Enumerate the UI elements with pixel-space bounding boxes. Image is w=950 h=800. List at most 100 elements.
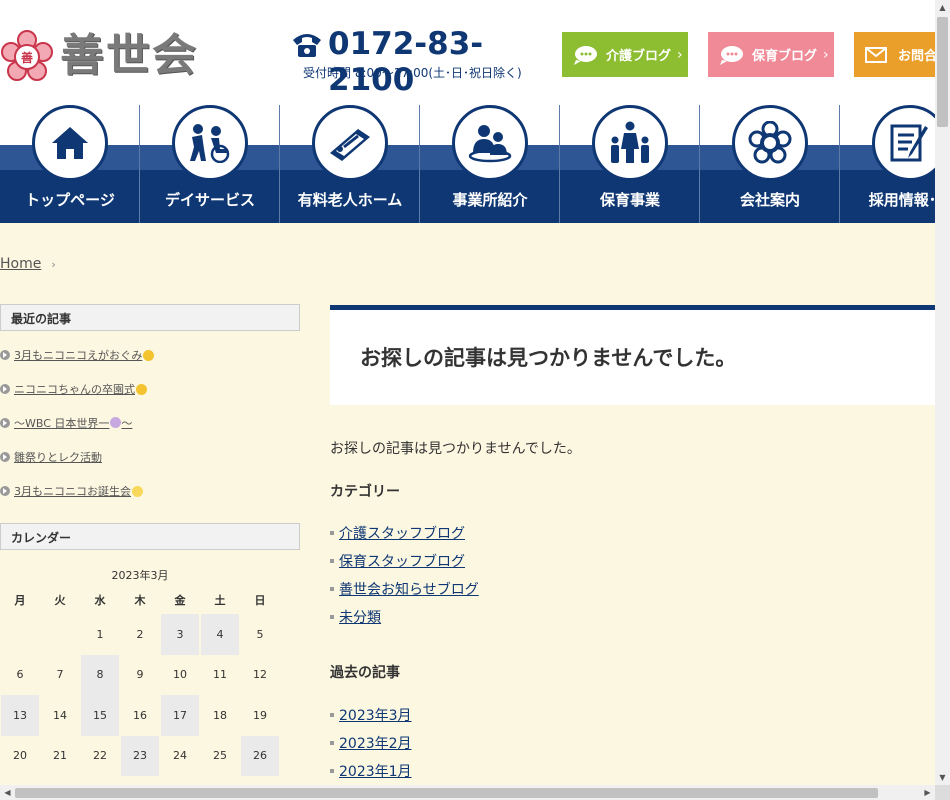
page-title-box: お探しの記事は見つかりませんでした。 <box>330 305 935 405</box>
recent-post-text: 〜WBC 日本世界一 <box>14 417 110 430</box>
calendar-day: 6 <box>16 668 24 682</box>
archive-link[interactable]: 2023年1月 <box>339 761 412 781</box>
horizontal-scrollbar[interactable]: ◀ ▶ <box>0 785 935 800</box>
arrow-bullet-icon <box>0 452 10 462</box>
nav-label: 会社案内 <box>739 191 800 209</box>
breadcrumb: Home › <box>0 256 56 272</box>
phone-icon <box>293 34 321 57</box>
nav-circle <box>592 105 668 181</box>
recent-post-link[interactable]: 〜WBC 日本世界一〜 <box>14 415 132 431</box>
document-pen-icon <box>890 124 928 162</box>
calendar-empty-cell <box>1 614 39 655</box>
list-item: 〜WBC 日本世界一〜 <box>0 406 300 440</box>
calendar-day[interactable]: 15 <box>81 695 119 736</box>
bullet-icon <box>330 769 334 773</box>
nav-item-company[interactable]: 会社案内 <box>700 105 840 223</box>
calendar-weekday: 水 <box>94 594 106 607</box>
scrollbar-thumb[interactable] <box>15 788 878 798</box>
calendar-day: 21 <box>53 749 67 763</box>
calendar-day[interactable]: 8 <box>81 654 119 695</box>
recent-posts-title: 最近の記事 <box>0 304 300 331</box>
nav-circle <box>452 105 528 181</box>
phone-number[interactable]: 0172-83-2100 <box>328 26 545 98</box>
nav-circle <box>732 105 808 181</box>
calendar-day: 12 <box>253 668 267 682</box>
calendar-day[interactable]: 4 <box>201 614 239 655</box>
smile-emoji-icon <box>136 383 147 395</box>
list-item: 2023年2月 <box>330 729 412 757</box>
category-link[interactable]: 保育スタッフブログ <box>339 551 465 571</box>
calendar-weekday: 土 <box>214 594 226 607</box>
logo-text: 善世会 <box>60 30 198 81</box>
calendar-weekday: 日 <box>254 594 266 607</box>
kaigo-blog-label: 介護ブログ <box>606 49 672 64</box>
emblem-icon <box>748 121 792 164</box>
nav-item-offices[interactable]: 事業所紹介 <box>420 105 560 223</box>
scroll-down-arrow-icon[interactable]: ▼ <box>935 770 950 785</box>
nav-label: トップページ <box>25 191 115 209</box>
nav-item-dayservice[interactable]: デイサービス <box>140 105 280 223</box>
scroll-right-arrow-icon[interactable]: ▶ <box>920 785 935 800</box>
speech-bubble-icon <box>720 45 743 65</box>
vertical-scrollbar[interactable]: ▲ ▼ <box>935 0 950 785</box>
chevron-right-icon: › <box>677 46 683 63</box>
arrow-bullet-icon <box>0 350 10 360</box>
nav-circle <box>172 105 248 181</box>
nav-item-top[interactable]: トップページ <box>0 105 140 223</box>
calendar-day[interactable]: 26 <box>241 735 279 776</box>
site-header: 善 善世会 0172-83-2100 受付時間 8:00〜17:00(土･日･祝… <box>0 0 935 105</box>
archive-link[interactable]: 2023年3月 <box>339 705 412 725</box>
calendar-day: 9 <box>136 668 144 682</box>
archive-link[interactable]: 2023年2月 <box>339 733 412 753</box>
calendar-day[interactable]: 17 <box>161 695 199 736</box>
nav-item-nursing-home[interactable]: 有料老人ホーム <box>280 105 420 223</box>
nav-label: 事業所紹介 <box>452 191 528 209</box>
category-link[interactable]: 介護スタッフブログ <box>339 523 465 543</box>
category-link[interactable]: 善世会お知らせブログ <box>339 579 479 599</box>
list-item: 3月もニコニコお誕生会 <box>0 474 300 508</box>
recent-post-link[interactable]: 3月もニコニコえがおぐみ <box>14 347 142 363</box>
contact-button[interactable]: お問合せ <box>854 32 935 77</box>
nav-item-recruit[interactable]: 採用情報･求 <box>840 105 935 223</box>
global-nav: トップページ デイサービス 有料老人ホーム 事業所紹介 保育事業 会社案内 採用… <box>0 105 935 223</box>
list-item: ニコニコちゃんの卒園式 <box>0 372 300 406</box>
clap-emoji-icon <box>132 485 143 497</box>
recent-post-link[interactable]: ニコニコちゃんの卒園式 <box>14 381 135 397</box>
list-item: 雛祭りとレク活動 <box>0 440 300 474</box>
arrow-bullet-icon <box>0 384 10 394</box>
hoiku-blog-label: 保育ブログ <box>752 49 818 64</box>
scrollbar-thumb[interactable] <box>937 17 948 127</box>
nav-item-childcare[interactable]: 保育事業 <box>560 105 700 223</box>
list-item: 2023年1月 <box>330 757 412 785</box>
arrow-bullet-icon <box>0 418 10 428</box>
hoiku-blog-button[interactable]: 保育ブログ › <box>708 32 834 77</box>
content-area: Home › 最近の記事 3月もニコニコえがおぐみ ニコニコちゃんの卒園式 〜WB… <box>0 223 935 785</box>
scroll-left-arrow-icon[interactable]: ◀ <box>0 785 15 800</box>
sparkle-emoji-icon <box>110 417 122 428</box>
calendar-day: 7 <box>56 668 64 682</box>
recent-post-link[interactable]: 3月もニコニコお誕生会 <box>14 483 131 499</box>
calendar-empty-cell <box>41 614 79 655</box>
calendar-weekday: 木 <box>134 594 146 607</box>
phone-block: 0172-83-2100 受付時間 8:00〜17:00(土･日･祝日除く) <box>290 26 545 98</box>
calendar-day: 14 <box>53 708 67 722</box>
calendar-weekday: 火 <box>54 594 66 607</box>
caregiver-wheelchair-icon <box>190 124 230 163</box>
calendar-day[interactable]: 13 <box>1 695 39 736</box>
calendar-day: 25 <box>213 749 227 763</box>
not-found-message: お探しの記事は見つかりませんでした。 <box>330 441 581 457</box>
breadcrumb-home-link[interactable]: Home <box>0 256 41 272</box>
site-logo[interactable]: 善 善世会 <box>0 28 215 84</box>
scroll-up-arrow-icon[interactable]: ▲ <box>935 0 950 15</box>
category-link[interactable]: 未分類 <box>339 607 381 627</box>
calendar-day: 10 <box>173 668 187 682</box>
recent-post-link[interactable]: 雛祭りとレク活動 <box>14 449 102 465</box>
home-icon <box>52 127 88 159</box>
calendar-day[interactable]: 23 <box>121 735 159 776</box>
calendar-day[interactable]: 3 <box>161 614 199 655</box>
kaigo-blog-button[interactable]: 介護ブログ › <box>562 32 688 77</box>
bullet-icon <box>330 559 334 563</box>
list-item: 3月もニコニコえがおぐみ <box>0 338 300 372</box>
smile-emoji-icon <box>143 349 155 361</box>
recent-post-suffix: 〜 <box>121 417 133 430</box>
